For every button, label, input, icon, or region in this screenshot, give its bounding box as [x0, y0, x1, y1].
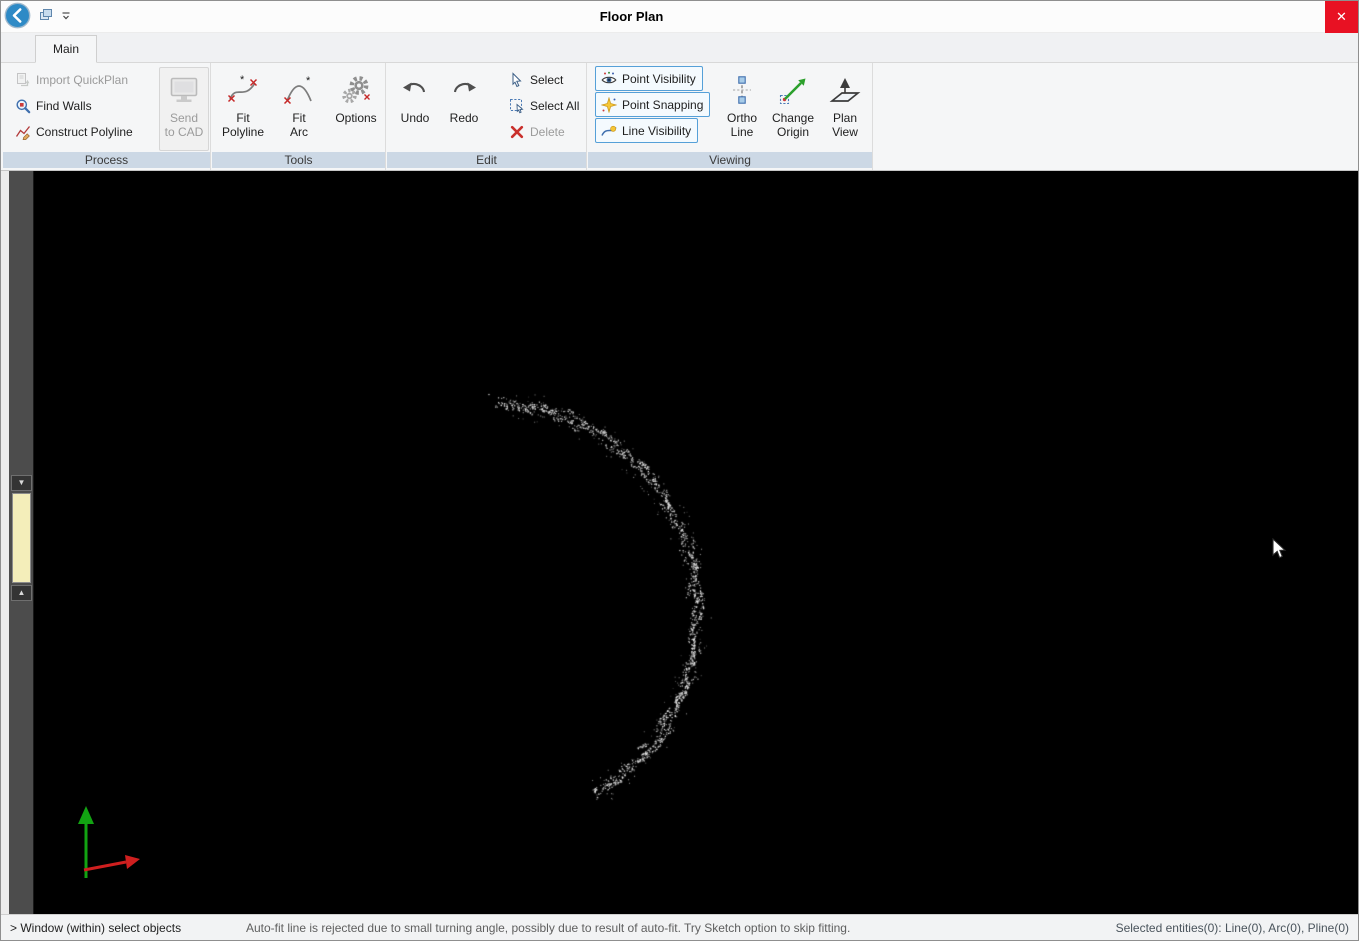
change-origin-label: Change Origin	[772, 111, 814, 139]
import-quickplan-label: Import QuickPlan	[36, 73, 128, 87]
back-button[interactable]	[4, 3, 31, 30]
change-origin-icon	[777, 74, 809, 109]
group-caption-viewing: Viewing	[588, 152, 872, 168]
undo-icon	[399, 74, 431, 109]
point-snapping-label: Point Snapping	[622, 98, 703, 112]
fit-arc-icon: *	[283, 74, 315, 109]
statusbar: > Window (within) select objects Auto-fi…	[1, 914, 1358, 940]
triangle-up-icon: ▲	[18, 588, 26, 597]
side-strip: ▼ ▲	[9, 171, 34, 914]
fit-arc-label: Fit Arc	[290, 111, 308, 139]
quick-access-dropdown[interactable]	[61, 10, 71, 24]
svg-text:*: *	[240, 74, 245, 86]
eye-icon	[600, 71, 617, 87]
triangle-down-icon: ▼	[18, 478, 26, 487]
page-title: Floor Plan	[1, 9, 1262, 24]
group-caption-edit: Edit	[387, 152, 586, 168]
ribbon-group-process: Import QuickPlan Find Walls Construct Po…	[3, 63, 211, 170]
snap-star-icon	[600, 97, 617, 113]
undo-button[interactable]: Undo	[393, 67, 437, 151]
options-label: Options	[335, 111, 376, 125]
x-axis-arrow	[84, 862, 126, 870]
chevron-down-icon	[61, 10, 71, 24]
fit-arc-button[interactable]: * Fit Arc	[274, 67, 324, 151]
ribbon: Import QuickPlan Find Walls Construct Po…	[1, 63, 1358, 171]
ucs-axis-icon	[74, 806, 154, 884]
selection-summary: Selected entities(0): Line(0), Arc(0), P…	[1116, 921, 1349, 935]
plan-view-button[interactable]: Plan View	[821, 67, 869, 151]
floor-plan-window: Floor Plan ✕ Main Import QuickPlan	[0, 0, 1359, 941]
status-message: Auto-fit line is rejected due to small t…	[246, 921, 1116, 935]
ortho-line-label: Ortho Line	[727, 111, 757, 139]
point-visibility-toggle[interactable]: Point Visibility	[595, 66, 703, 91]
redo-button[interactable]: Redo	[441, 67, 487, 151]
redo-label: Redo	[450, 111, 479, 125]
drawing-canvas[interactable]	[34, 171, 1358, 914]
svg-text:*: *	[306, 75, 311, 87]
workspace: ▼ ▲	[1, 171, 1358, 914]
titlebar: Floor Plan ✕	[1, 1, 1358, 33]
plan-view-icon	[829, 74, 861, 109]
select-cursor-icon	[508, 72, 525, 88]
send-to-cad-icon	[168, 74, 200, 109]
command-prompt-text: > Window (within) select objects	[10, 921, 246, 935]
select-all-icon	[508, 98, 525, 114]
quick-access-toolbar	[38, 7, 71, 26]
curve-sun-icon	[600, 123, 617, 139]
tab-main[interactable]: Main	[35, 35, 97, 63]
redo-icon	[448, 74, 480, 109]
delete-x-icon	[508, 124, 525, 140]
ribbon-group-edit: Undo Redo Select	[387, 63, 587, 170]
import-quickplan-icon	[14, 72, 31, 88]
delete-button[interactable]: Delete	[503, 119, 584, 144]
undo-label: Undo	[401, 111, 430, 125]
left-gutter	[1, 171, 9, 914]
ortho-line-button[interactable]: Ortho Line	[719, 67, 765, 151]
close-button[interactable]: ✕	[1325, 1, 1358, 33]
windows-icon	[38, 7, 54, 26]
import-quickplan-button[interactable]: Import QuickPlan	[9, 67, 138, 92]
tab-main-label: Main	[53, 42, 79, 56]
send-to-cad-label: Send to CAD	[165, 111, 204, 139]
gears-icon	[340, 74, 372, 109]
find-walls-label: Find Walls	[36, 99, 92, 113]
point-snapping-toggle[interactable]: Point Snapping	[595, 92, 710, 117]
ribbon-group-viewing: Point Visibility Point Snapping Line Vis…	[588, 63, 873, 170]
select-all-label: Select All	[530, 99, 579, 113]
ortho-line-icon	[726, 74, 758, 109]
line-visibility-label: Line Visibility	[622, 124, 691, 138]
collapsed-panel-strip[interactable]	[12, 493, 31, 583]
strip-scroll-down-button[interactable]: ▼	[11, 475, 32, 491]
mouse-cursor	[1271, 538, 1287, 560]
group-caption-tools: Tools	[212, 152, 385, 168]
plan-view-label: Plan View	[832, 111, 858, 139]
back-icon	[4, 2, 31, 32]
point-cloud-layer	[34, 171, 1358, 914]
construct-polyline-label: Construct Polyline	[36, 125, 133, 139]
pencil-polyline-icon	[14, 124, 31, 140]
fit-polyline-button[interactable]: * Fit Polyline	[214, 67, 272, 151]
magnifier-icon	[14, 98, 31, 114]
change-origin-button[interactable]: Change Origin	[767, 67, 819, 151]
x-axis-arrowhead	[125, 855, 140, 869]
options-button[interactable]: Options	[328, 67, 384, 151]
group-caption-process: Process	[3, 152, 210, 168]
send-to-cad-button[interactable]: Send to CAD	[159, 67, 209, 151]
y-axis-arrowhead	[78, 806, 94, 824]
select-all-button[interactable]: Select All	[503, 93, 584, 118]
ribbon-tab-row: Main	[1, 33, 1358, 63]
find-walls-button[interactable]: Find Walls	[9, 93, 138, 118]
construct-polyline-button[interactable]: Construct Polyline	[9, 119, 138, 144]
select-label: Select	[530, 73, 563, 87]
ribbon-group-tools: * Fit Polyline * Fit Arc	[212, 63, 386, 170]
line-visibility-toggle[interactable]: Line Visibility	[595, 118, 698, 143]
select-button[interactable]: Select	[503, 67, 584, 92]
delete-label: Delete	[530, 125, 565, 139]
close-icon: ✕	[1336, 9, 1347, 25]
fit-polyline-icon: *	[227, 74, 259, 109]
strip-scroll-up-button[interactable]: ▲	[11, 585, 32, 601]
point-visibility-label: Point Visibility	[622, 72, 696, 86]
fit-polyline-label: Fit Polyline	[222, 111, 264, 139]
quick-access-button[interactable]	[38, 7, 54, 26]
